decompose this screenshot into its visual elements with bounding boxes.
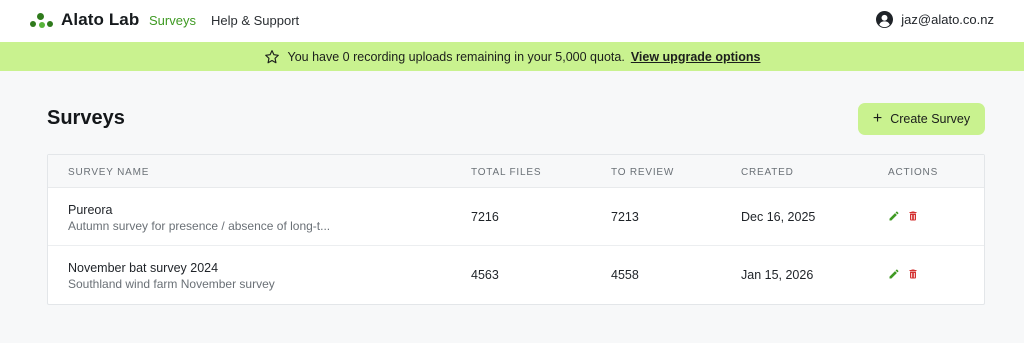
create-survey-label: Create Survey	[890, 112, 971, 126]
plus-icon: +	[872, 110, 883, 127]
upgrade-options-link[interactable]: View upgrade options	[631, 50, 761, 64]
banner-message: You have 0 recording uploads remaining i…	[287, 49, 625, 64]
surveys-table: Survey Name Total Files To Review Create…	[47, 154, 985, 305]
edit-icon[interactable]	[888, 210, 900, 222]
total-files: 4563	[471, 268, 499, 282]
table-row[interactable]: November bat survey 2024 Southland wind …	[48, 246, 984, 304]
created-date: Jan 15, 2026	[741, 268, 814, 282]
to-review: 4558	[611, 268, 639, 282]
nav-help-support[interactable]: Help & Support	[211, 13, 299, 28]
table-row[interactable]: Pureora Autumn survey for presence / abs…	[48, 188, 984, 246]
delete-icon[interactable]	[907, 268, 919, 280]
user-email: jaz@alato.co.nz	[901, 12, 994, 27]
star-icon	[264, 49, 280, 65]
quota-banner: You have 0 recording uploads remaining i…	[0, 42, 1024, 71]
delete-icon[interactable]	[907, 210, 919, 222]
column-header-to-review: To Review	[611, 167, 675, 178]
column-header-created: Created	[741, 167, 794, 178]
user-menu[interactable]: jaz@alato.co.nz	[876, 11, 994, 28]
column-header-total-files: Total Files	[471, 167, 542, 178]
page-title: Surveys	[47, 107, 125, 129]
brand-name: Alato Lab	[61, 10, 140, 29]
top-navigation-bar: Alato Lab Surveys Help & Support jaz@ala…	[0, 0, 1024, 42]
create-survey-button[interactable]: + Create Survey	[858, 103, 985, 135]
alato-logo-icon	[30, 11, 54, 29]
row-actions	[888, 210, 926, 222]
survey-description: Autumn survey for presence / absence of …	[68, 219, 331, 233]
total-files: 7216	[471, 210, 499, 224]
column-header-survey-name: Survey Name	[68, 167, 150, 178]
created-date: Dec 16, 2025	[741, 210, 816, 224]
to-review: 7213	[611, 210, 639, 224]
row-actions	[888, 268, 926, 280]
survey-description: Southland wind farm November survey	[68, 277, 275, 291]
survey-name[interactable]: November bat survey 2024	[68, 261, 218, 275]
survey-name[interactable]: Pureora	[68, 203, 112, 217]
edit-icon[interactable]	[888, 268, 900, 280]
table-header: Survey Name Total Files To Review Create…	[48, 155, 984, 188]
nav-surveys[interactable]: Surveys	[149, 13, 196, 28]
brand-logo[interactable]: Alato Lab	[30, 10, 139, 30]
column-header-actions: Actions	[888, 167, 939, 178]
user-avatar-icon	[876, 11, 894, 28]
